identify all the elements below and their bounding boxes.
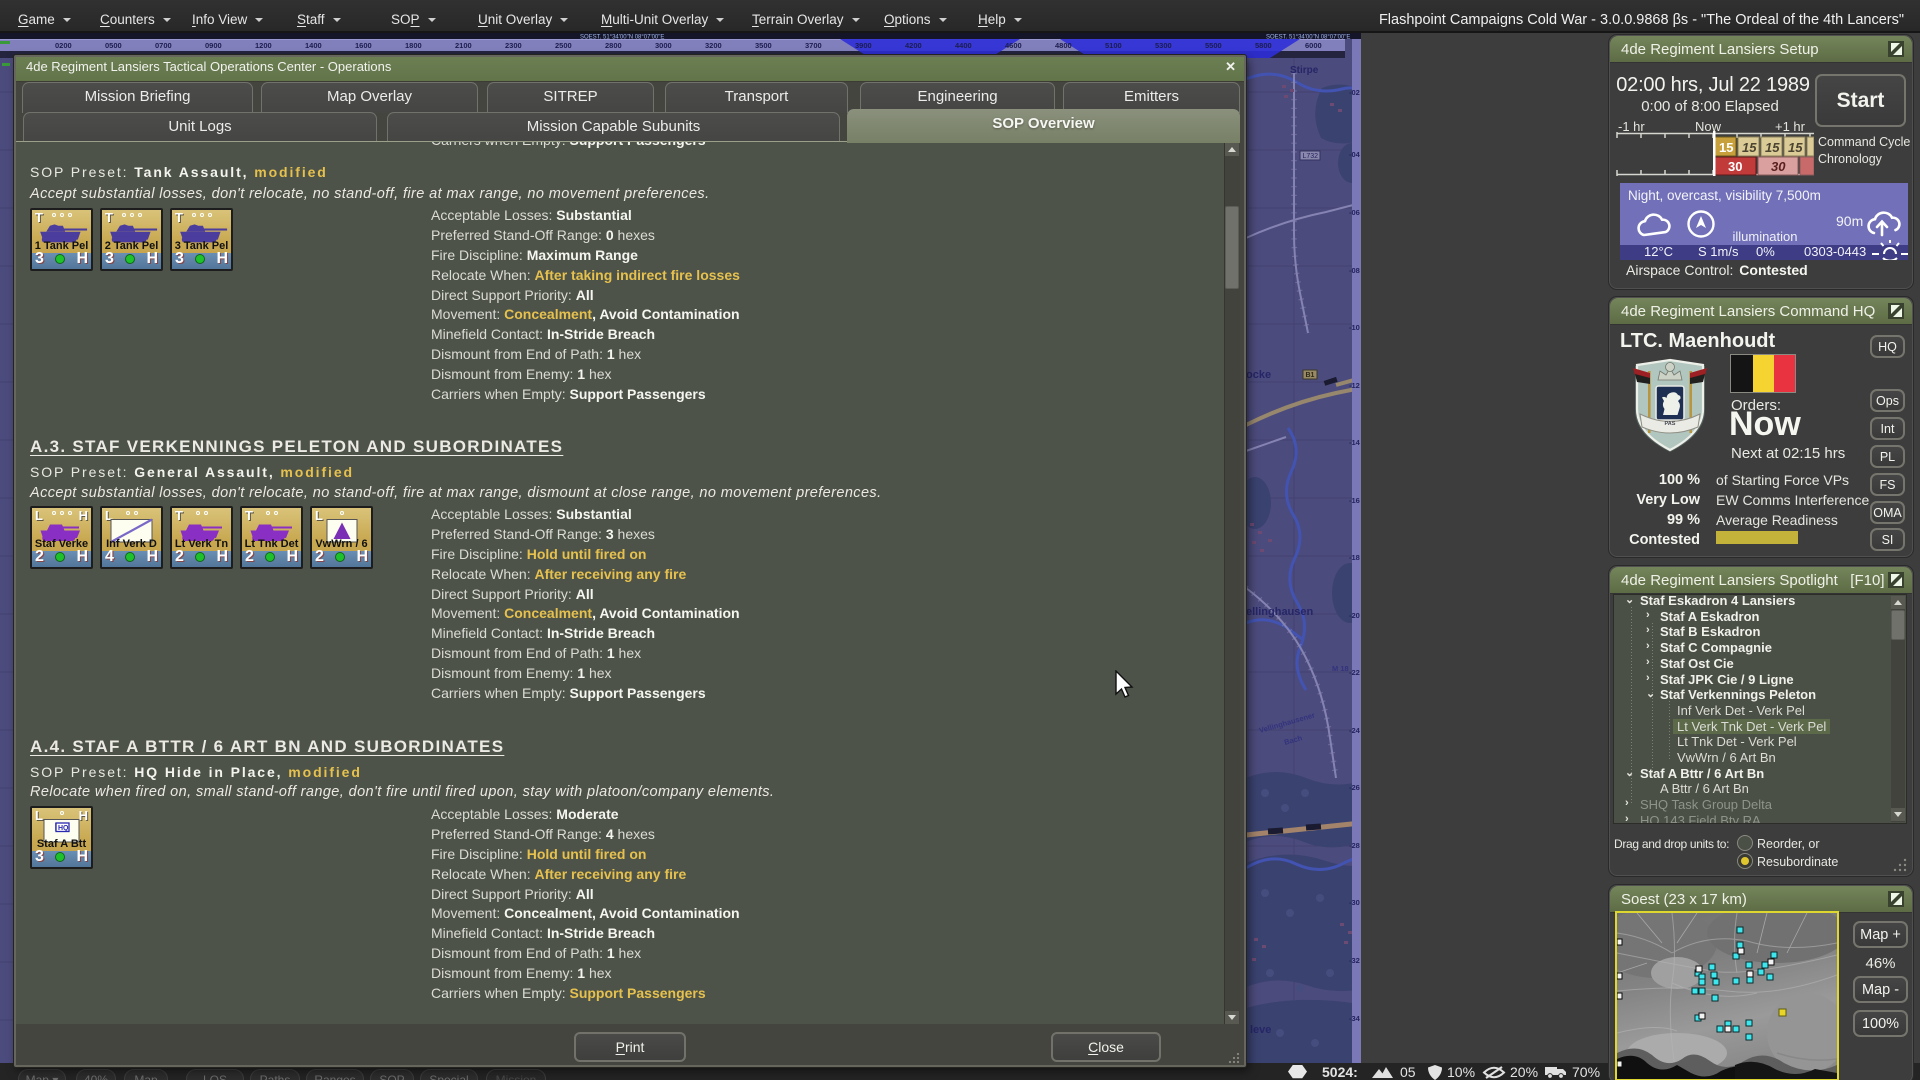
svg-text:3900: 3900 — [855, 41, 872, 50]
svg-text:-24: -24 — [1349, 726, 1361, 735]
svg-text:-18: -18 — [1349, 553, 1360, 562]
svg-text:-34: -34 — [1349, 1014, 1361, 1023]
svg-text:15: 15 — [1719, 140, 1733, 155]
svg-text:15: 15 — [1788, 140, 1803, 155]
svg-text:M 18: M 18 — [1332, 664, 1349, 673]
svg-text:leve: leve — [1250, 1024, 1271, 1036]
svg-text:B1: B1 — [1306, 372, 1315, 379]
svg-text:5300: 5300 — [1155, 41, 1172, 50]
svg-text:3500: 3500 — [755, 41, 772, 50]
svg-text:-28: -28 — [1349, 841, 1360, 850]
svg-text:ocke: ocke — [1246, 369, 1271, 381]
svg-text:-32: -32 — [1349, 956, 1360, 965]
svg-text:-12: -12 — [1349, 381, 1360, 390]
svg-text:4800: 4800 — [1055, 41, 1072, 50]
svg-text:2800: 2800 — [605, 41, 622, 50]
svg-text:-10: -10 — [1349, 323, 1360, 332]
svg-text:-04: -04 — [1349, 150, 1361, 159]
svg-text:-06: -06 — [1349, 208, 1360, 217]
svg-text:-08: -08 — [1349, 266, 1360, 275]
svg-text:HQ: HQ — [58, 825, 69, 832]
svg-text:-14: -14 — [1349, 438, 1361, 447]
svg-text:5800: 5800 — [1255, 41, 1272, 50]
svg-text:2300: 2300 — [505, 41, 522, 50]
svg-text:6000: 6000 — [1305, 41, 1322, 50]
svg-text:4200: 4200 — [905, 41, 922, 50]
svg-text:1600: 1600 — [355, 41, 372, 50]
svg-text:15: 15 — [1742, 140, 1757, 155]
svg-text:-30: -30 — [1349, 898, 1360, 907]
svg-text:4400: 4400 — [955, 41, 972, 50]
svg-text:-26: -26 — [1349, 783, 1360, 792]
svg-text:3200: 3200 — [705, 41, 722, 50]
svg-text:4600: 4600 — [1005, 41, 1022, 50]
svg-text:-22: -22 — [1349, 668, 1360, 677]
svg-text:3000: 3000 — [655, 41, 672, 50]
svg-text:ellinghausen: ellinghausen — [1246, 606, 1314, 618]
svg-text:1400: 1400 — [305, 41, 322, 50]
svg-text:3700: 3700 — [805, 41, 822, 50]
svg-text:0200: 0200 — [55, 41, 72, 50]
svg-text:5500: 5500 — [1205, 41, 1222, 50]
svg-text:30: 30 — [1728, 159, 1742, 174]
svg-text:5100: 5100 — [1105, 41, 1122, 50]
svg-text:15: 15 — [1765, 140, 1780, 155]
svg-text:-02: -02 — [1349, 88, 1360, 97]
svg-text:PAS: PAS — [1665, 421, 1676, 427]
svg-text:2100: 2100 — [455, 41, 472, 50]
svg-text:1200: 1200 — [255, 41, 272, 50]
svg-text:-16: -16 — [1349, 496, 1360, 505]
svg-text:0700: 0700 — [155, 41, 172, 50]
svg-text:L732: L732 — [1303, 153, 1319, 160]
svg-text:30: 30 — [1771, 159, 1786, 174]
svg-text:0900: 0900 — [205, 41, 222, 50]
svg-text:-20: -20 — [1349, 611, 1360, 620]
svg-text:0500: 0500 — [105, 41, 122, 50]
svg-text:Stirpe: Stirpe — [1290, 65, 1319, 76]
svg-text:1800: 1800 — [405, 41, 422, 50]
svg-text:2500: 2500 — [555, 41, 572, 50]
